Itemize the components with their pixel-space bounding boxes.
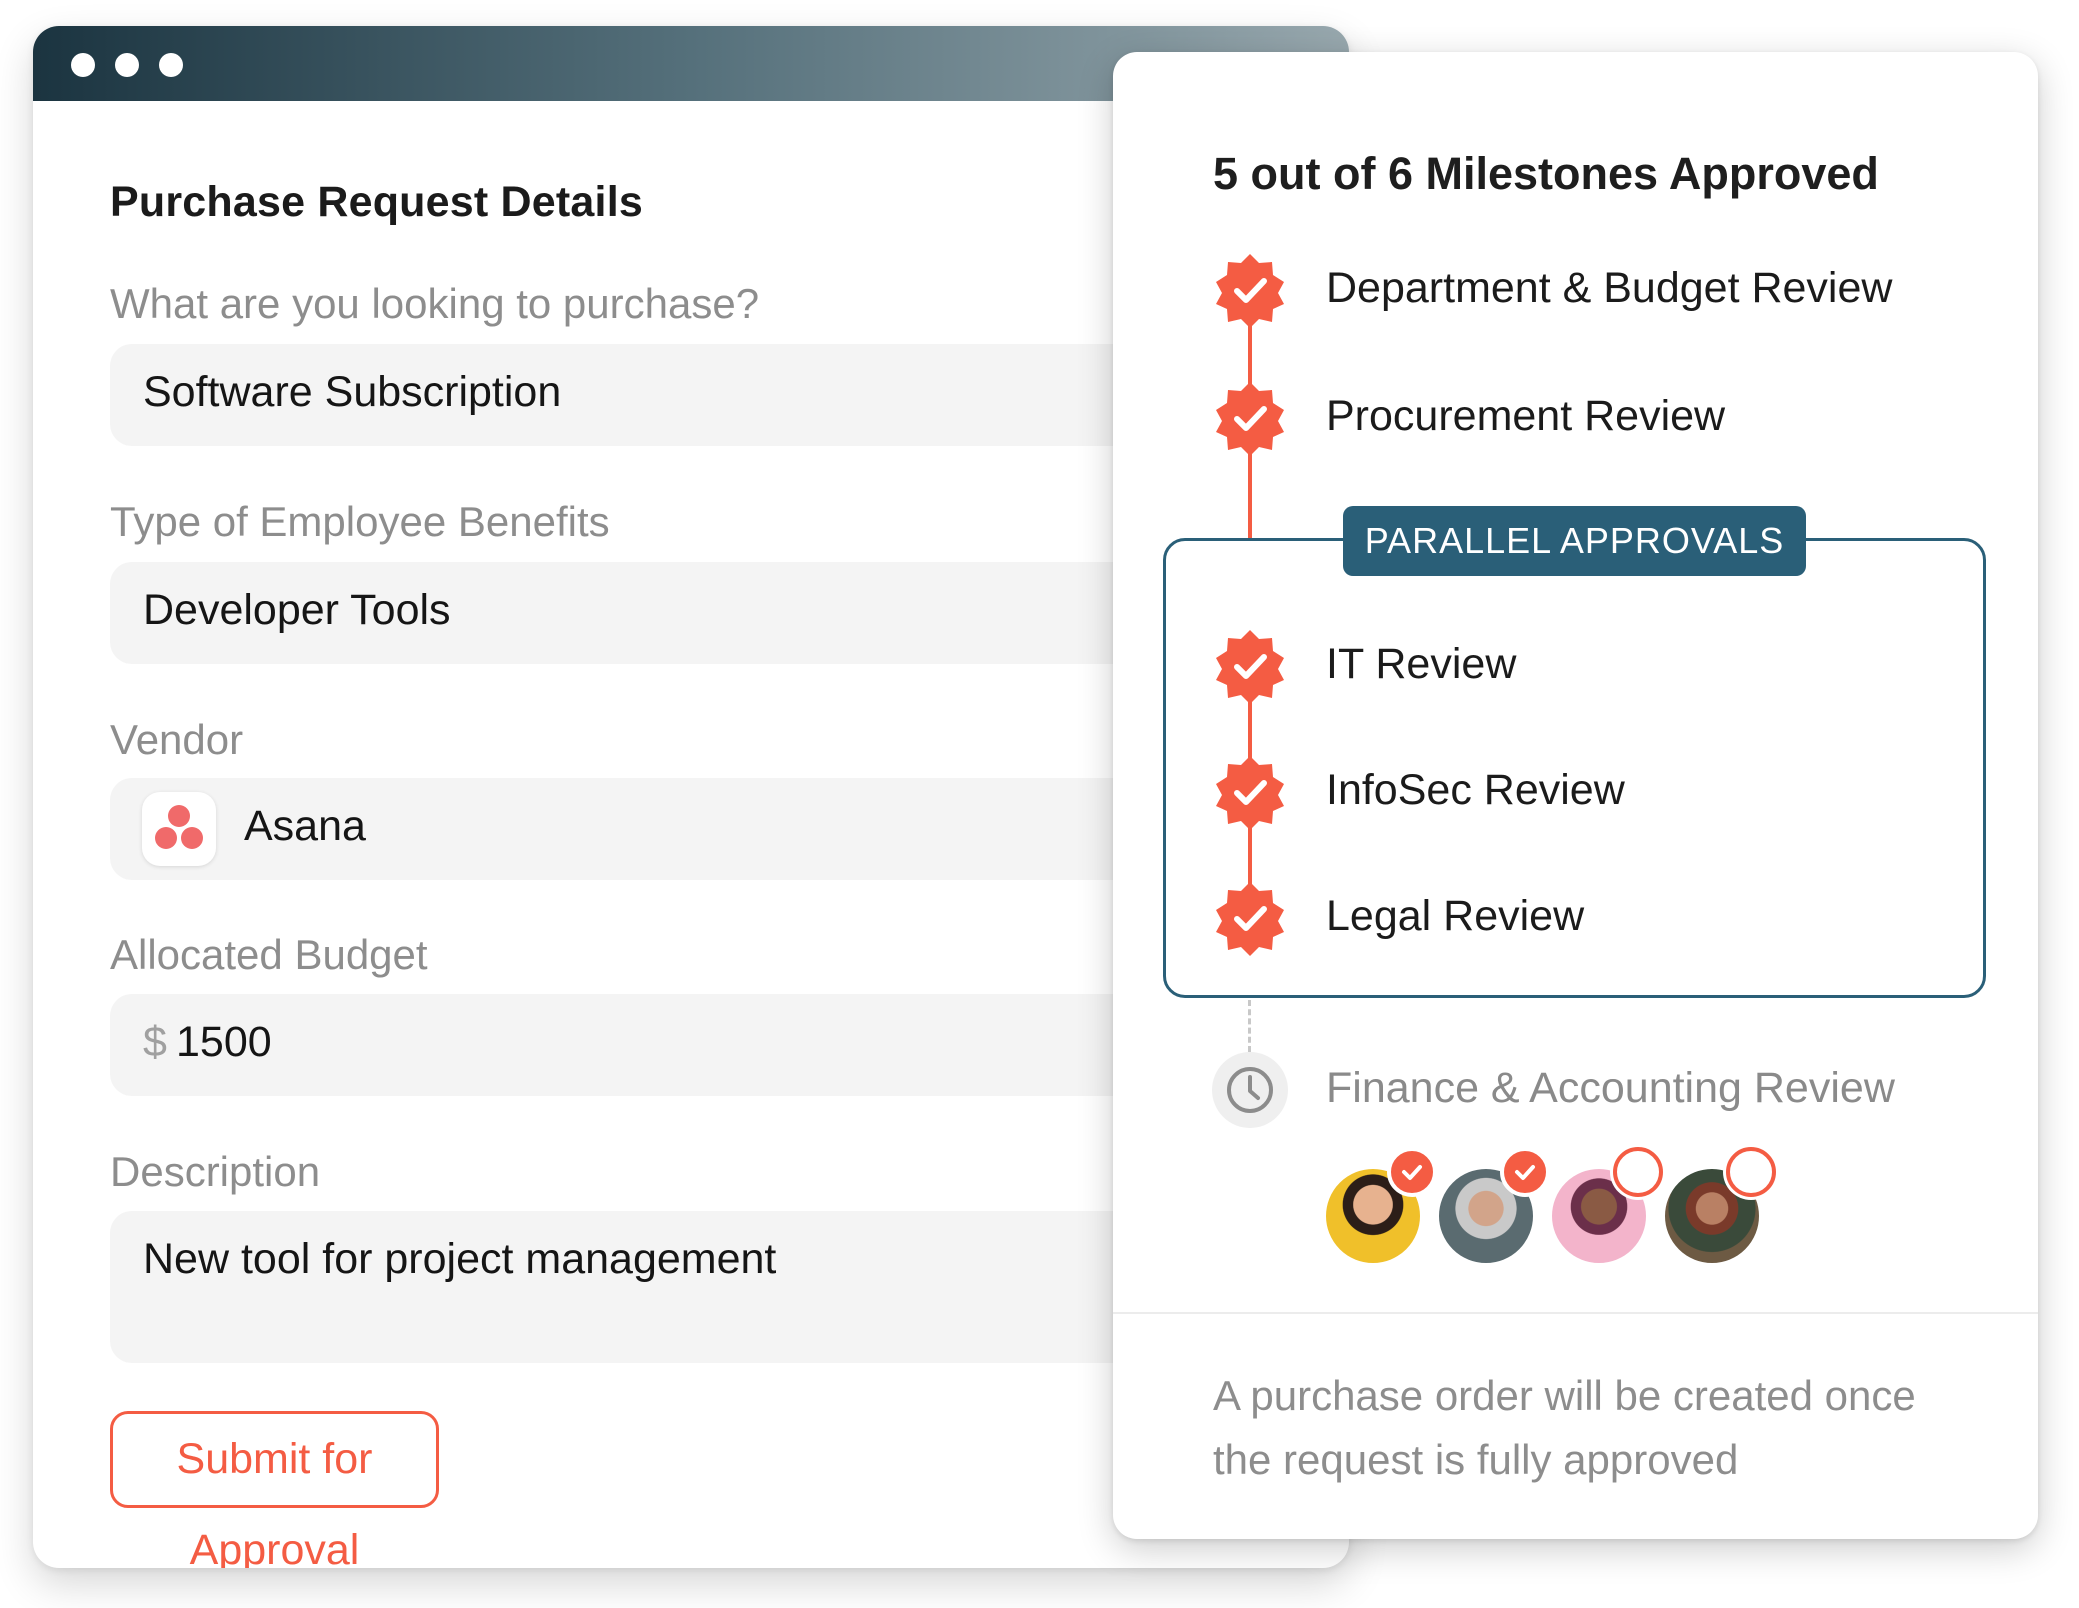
form-title: Purchase Request Details (110, 178, 643, 226)
window-close-dot[interactable] (71, 53, 95, 77)
asana-logo-icon (142, 792, 216, 866)
pending-approval-icon (1613, 1147, 1663, 1197)
budget-value: 1500 (176, 1018, 272, 1066)
benefit-type-value: Developer Tools (143, 586, 451, 634)
approved-check-icon (1216, 382, 1284, 456)
panel-divider (1113, 1312, 2038, 1314)
approved-check-icon (1216, 756, 1284, 830)
milestone-finance-accounting-review: Finance & Accounting Review (1326, 1064, 1895, 1112)
approved-check-icon (1216, 630, 1284, 704)
vendor-value: Asana (244, 802, 366, 850)
milestone-procurement-review: Procurement Review (1326, 392, 1726, 440)
parallel-approvals-tag: PARALLEL APPROVALS (1343, 506, 1806, 576)
submit-for-approval-button[interactable]: Submit for Approval (110, 1411, 439, 1568)
vendor-label: Vendor (110, 716, 244, 763)
approved-check-icon (1500, 1147, 1550, 1197)
currency-symbol: $ (143, 1018, 167, 1066)
description-label: Description (110, 1148, 321, 1195)
approved-check-icon (1216, 882, 1284, 956)
milestone-infosec-review: InfoSec Review (1326, 766, 1625, 814)
pending-approval-icon (1726, 1147, 1776, 1197)
pending-clock-icon (1212, 1052, 1288, 1128)
milestone-legal-review: Legal Review (1326, 892, 1585, 940)
approved-check-icon (1216, 254, 1284, 328)
milestones-title: 5 out of 6 Milestones Approved (1213, 148, 1879, 199)
benefit-type-label: Type of Employee Benefits (110, 498, 610, 545)
purchase-item-value: Software Subscription (143, 368, 562, 416)
milestones-panel: 5 out of 6 Milestones Approved PARALLEL … (1113, 52, 2038, 1539)
pending-connector (1248, 1000, 1251, 1052)
budget-label: Allocated Budget (110, 931, 428, 978)
purchase-item-label: What are you looking to purchase? (110, 280, 760, 327)
milestone-it-review: IT Review (1326, 640, 1517, 688)
approved-check-icon (1387, 1147, 1437, 1197)
purchase-order-note: A purchase order will be created once th… (1213, 1372, 1916, 1483)
description-value: New tool for project management (143, 1235, 777, 1283)
milestone-department-budget-review: Department & Budget Review (1326, 264, 1893, 312)
